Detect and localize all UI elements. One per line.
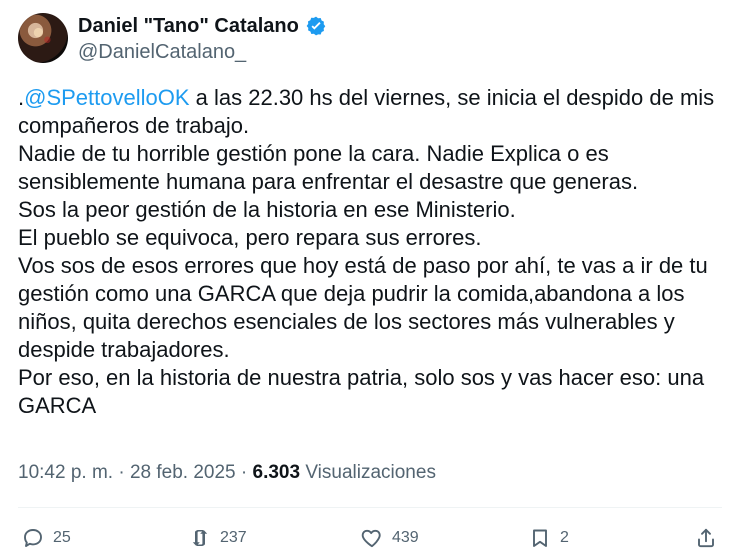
retweet-count: 237	[220, 529, 247, 546]
author-name[interactable]: Daniel "Tano" Catalano	[78, 15, 299, 38]
tweet-body: .@SPettovelloOK a las 22.30 hs del viern…	[18, 84, 722, 420]
post-time[interactable]: 10:42 p. m.	[18, 462, 113, 483]
like-count: 439	[392, 529, 419, 546]
tweet-line-6: Por eso, en la historia de nuestra patri…	[18, 365, 705, 418]
share-button[interactable]	[694, 524, 718, 552]
views-label: Visualizaciones	[300, 462, 436, 483]
tweet-divider	[18, 507, 722, 508]
views-count: 6.303	[252, 462, 301, 483]
bookmark-button[interactable]: 2	[528, 524, 569, 552]
heart-icon	[360, 526, 384, 550]
tweet-line-1: .@SPettovelloOK a las 22.30 hs del viern…	[18, 84, 722, 140]
post-date[interactable]: 28 feb. 2025	[130, 462, 236, 483]
tweet-line-3: Sos la peor gestión de la historia en es…	[18, 197, 516, 222]
tweet-line-2: Nadie de tu horrible gestión pone la car…	[18, 141, 639, 194]
retweet-button[interactable]: 237	[188, 524, 247, 552]
retweet-icon	[188, 526, 212, 550]
author-block: Daniel "Tano" Catalano @DanielCatalano_	[78, 14, 578, 64]
author-handle[interactable]: @DanielCatalano_	[78, 41, 578, 64]
meta-separator: ·	[113, 462, 130, 483]
verified-badge-icon	[305, 15, 327, 37]
reply-icon	[21, 526, 45, 550]
tweet-line-5: Vos sos de esos errores que hoy está de …	[18, 253, 708, 362]
tweet-line-4: El pueblo se equivoca, pero repara sus e…	[18, 225, 482, 250]
bookmark-count: 2	[560, 529, 569, 546]
author-name-row: Daniel "Tano" Catalano	[78, 14, 578, 38]
share-icon	[694, 526, 718, 550]
reply-count: 25	[53, 529, 71, 546]
bookmark-icon	[528, 526, 552, 550]
tweet-actions: 25 237 439 2	[21, 524, 721, 552]
like-button[interactable]: 439	[360, 524, 419, 552]
avatar[interactable]	[18, 13, 68, 63]
tweet-meta: 10:42 p. m. · 28 feb. 2025 · 6.303 Visua…	[18, 462, 436, 484]
reply-button[interactable]: 25	[21, 524, 71, 552]
tweet-card: Daniel "Tano" Catalano @DanielCatalano_ …	[0, 0, 737, 558]
meta-separator-2: ·	[235, 462, 253, 483]
mention-link[interactable]: @SPettovelloOK	[24, 85, 189, 110]
